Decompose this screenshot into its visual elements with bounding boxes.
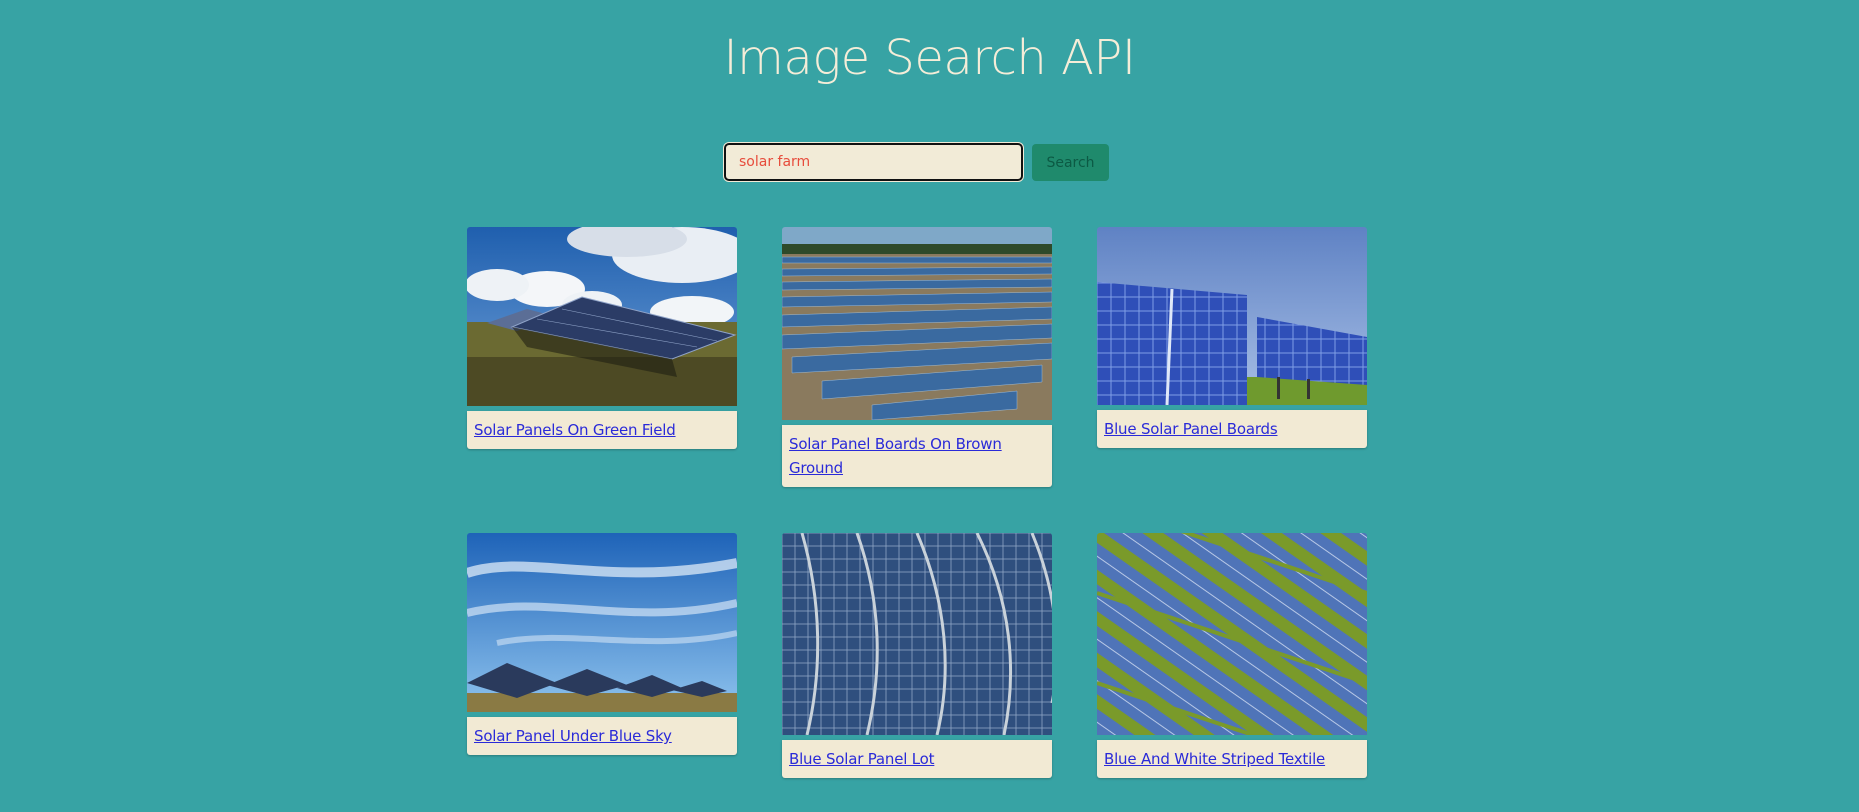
result-link[interactable]: Blue And White Striped Textile: [1104, 750, 1325, 768]
result-card: Solar Panels On Green Field: [467, 227, 737, 449]
result-card: Blue Solar Panel Lot: [782, 533, 1052, 778]
search-input[interactable]: [724, 143, 1023, 181]
result-caption: Solar Panels On Green Field: [467, 411, 737, 449]
result-image[interactable]: [467, 227, 737, 406]
result-caption: Solar Panel Boards On Brown Ground: [782, 425, 1052, 487]
result-caption: Blue Solar Panel Boards: [1097, 410, 1367, 448]
result-link[interactable]: Blue Solar Panel Boards: [1104, 420, 1278, 438]
result-image[interactable]: [1097, 533, 1367, 735]
result-caption: Solar Panel Under Blue Sky: [467, 717, 737, 755]
result-card: Blue And White Striped Textile: [1097, 533, 1367, 778]
result-card: Blue Solar Panel Boards: [1097, 227, 1367, 448]
result-image[interactable]: [782, 227, 1052, 420]
result-image[interactable]: [782, 533, 1052, 735]
result-caption: Blue Solar Panel Lot: [782, 740, 1052, 778]
result-card: Solar Panel Under Blue Sky: [467, 533, 737, 755]
search-button[interactable]: Search: [1032, 144, 1109, 181]
result-image[interactable]: [1097, 227, 1367, 405]
result-link[interactable]: Solar Panel Under Blue Sky: [474, 727, 672, 745]
result-image[interactable]: [467, 533, 737, 712]
result-card: Solar Panel Boards On Brown Ground: [782, 227, 1052, 487]
result-link[interactable]: Solar Panels On Green Field: [474, 421, 676, 439]
result-link[interactable]: Blue Solar Panel Lot: [789, 750, 935, 768]
result-caption: Blue And White Striped Textile: [1097, 740, 1367, 778]
page-title: Image Search API: [723, 30, 1136, 86]
result-link[interactable]: Solar Panel Boards On Brown Ground: [789, 435, 1002, 477]
